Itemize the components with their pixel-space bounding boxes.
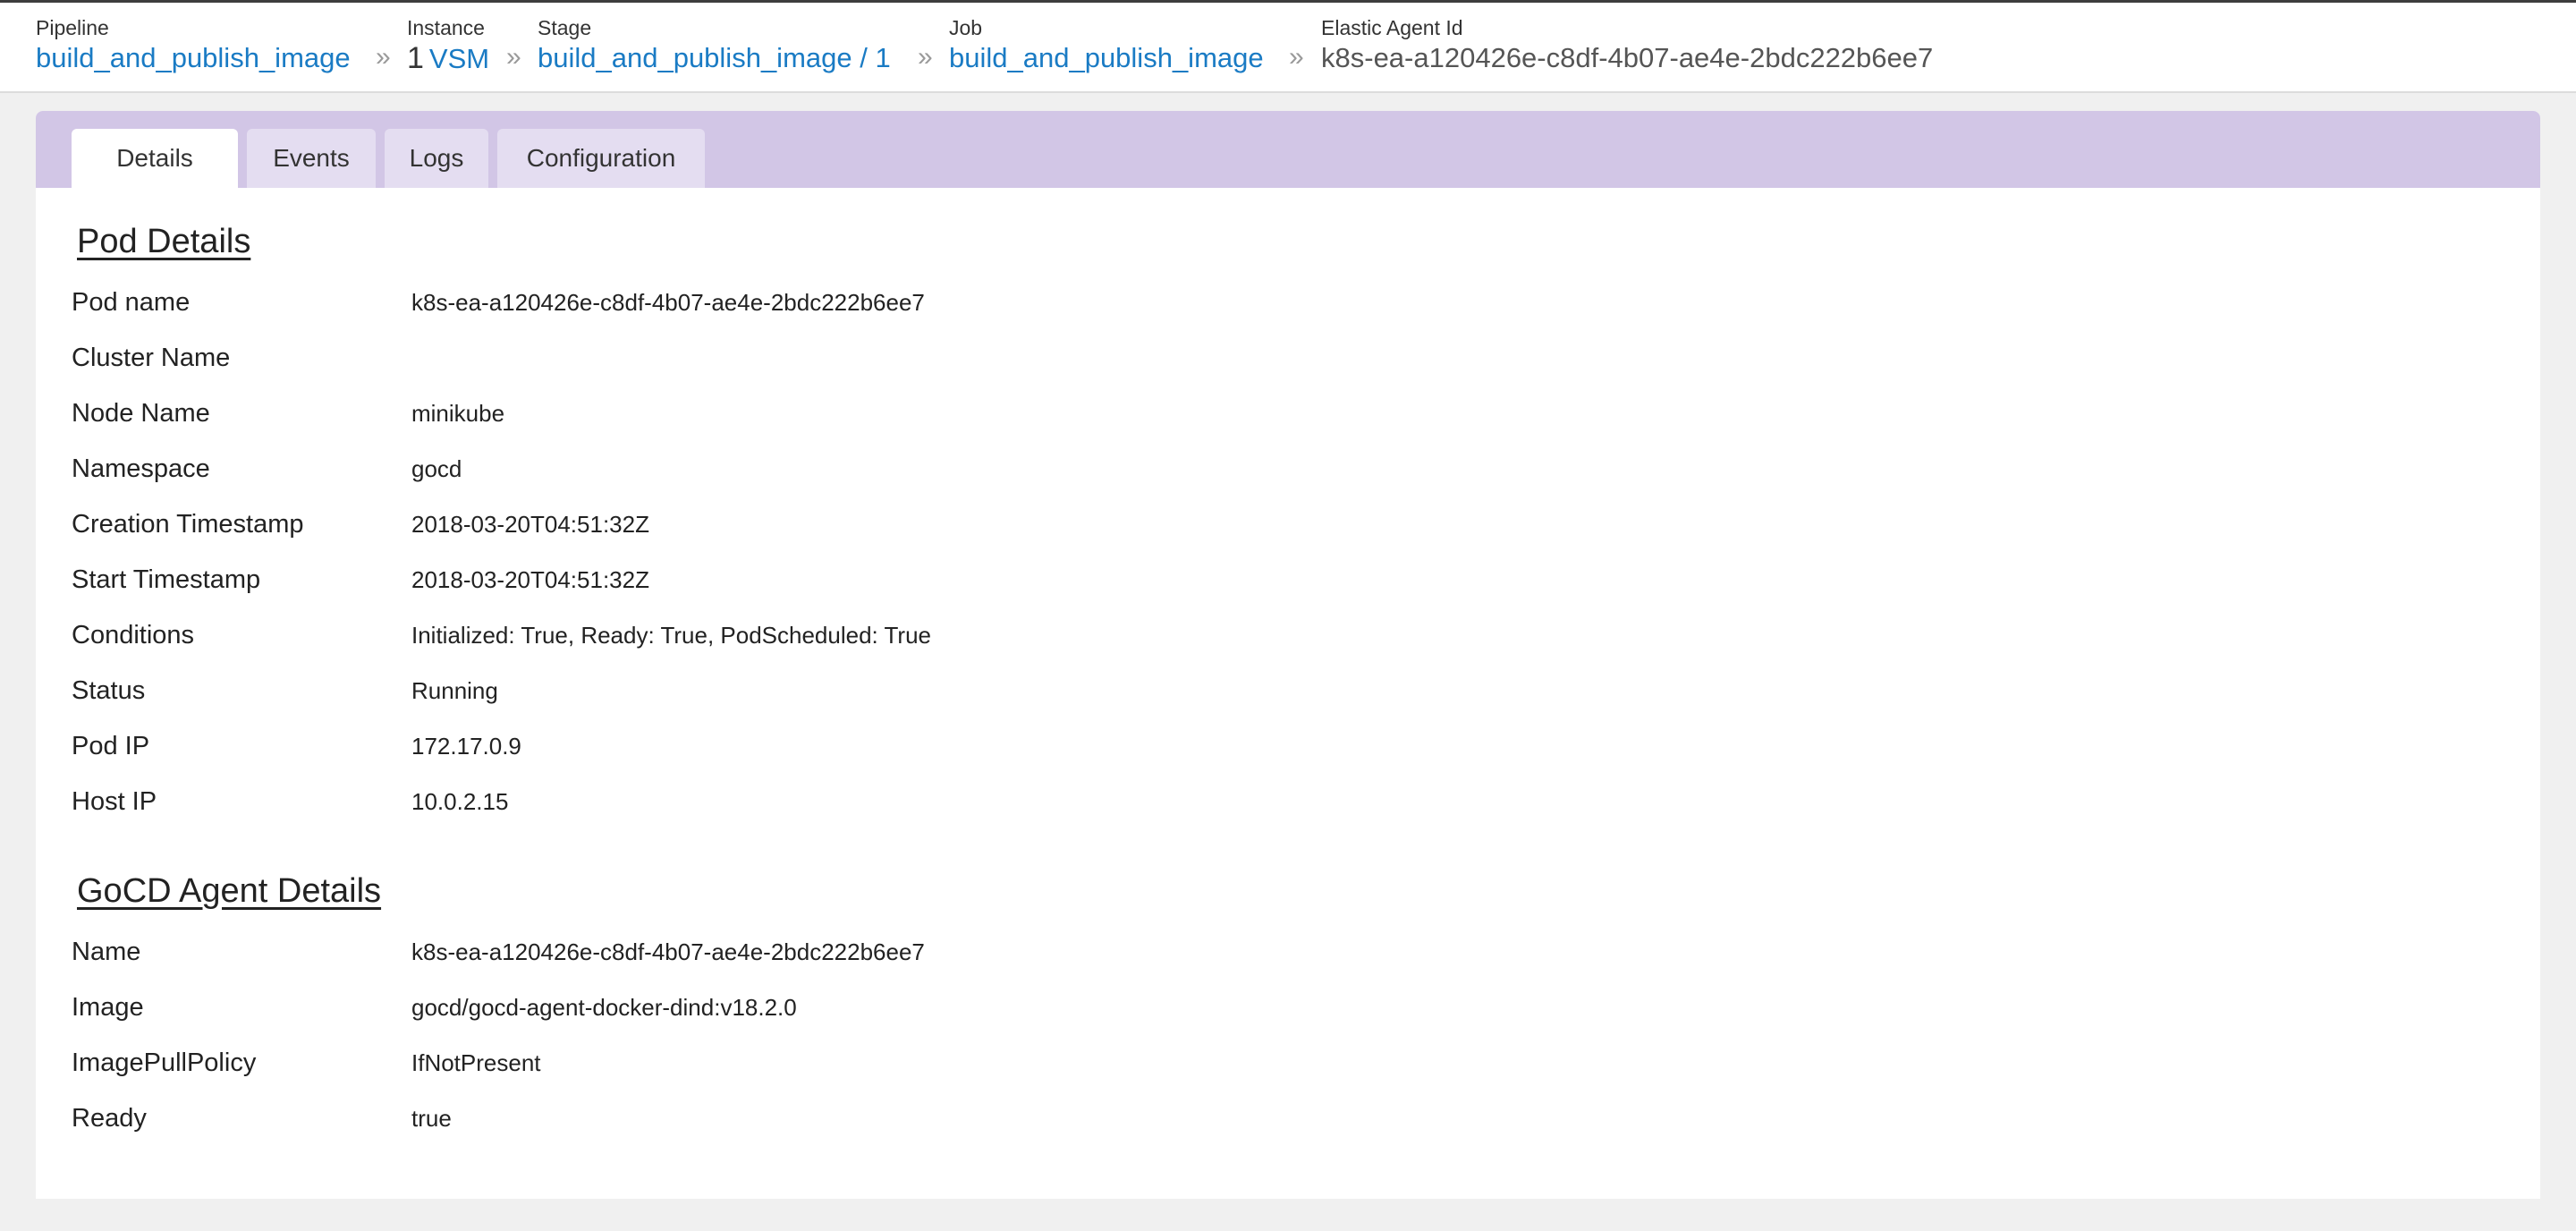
detail-key: Start Timestamp <box>72 565 261 594</box>
detail-row-cluster-name: Cluster Name <box>72 340 2487 376</box>
detail-row-pod-ip: Pod IP 172.17.0.9 <box>72 728 2487 764</box>
detail-value: k8s-ea-a120426e-c8df-4b07-ae4e-2bdc222b6… <box>411 938 925 965</box>
detail-row-creation-timestamp: Creation Timestamp 2018-03-20T04:51:32Z <box>72 506 2487 542</box>
details-panel: Details Events Logs Configuration Pod De… <box>36 111 2540 1199</box>
breadcrumb-elastic-agent: Elastic Agent Id k8s-ea-a120426e-c8df-4b… <box>1321 15 1933 76</box>
detail-key: Cluster Name <box>72 344 231 372</box>
breadcrumb: Pipeline build_and_publish_image » Insta… <box>0 3 2576 93</box>
detail-row-pod-name: Pod name k8s-ea-a120426e-c8df-4b07-ae4e-… <box>72 284 2487 320</box>
detail-row-start-timestamp: Start Timestamp 2018-03-20T04:51:32Z <box>72 562 2487 598</box>
detail-key: Status <box>72 676 146 705</box>
breadcrumb-instance: Instance 1 VSM <box>407 15 489 77</box>
detail-row-status: Status Running <box>72 673 2487 709</box>
agent-details-title: GoCD Agent Details <box>77 872 382 910</box>
pipeline-label: Pipeline <box>36 16 109 39</box>
detail-key: Namespace <box>72 454 210 483</box>
detail-value: minikube <box>411 400 505 427</box>
elastic-agent-id: k8s-ea-a120426e-c8df-4b07-ae4e-2bdc222b6… <box>1321 42 1934 73</box>
detail-value: gocd <box>411 455 462 482</box>
detail-key: Conditions <box>72 621 195 649</box>
detail-value: true <box>411 1105 452 1132</box>
detail-value: Initialized: True, Ready: True, PodSched… <box>411 622 932 649</box>
tab-events[interactable]: Events <box>247 129 376 188</box>
detail-value: 172.17.0.9 <box>411 733 521 760</box>
detail-value: 10.0.2.15 <box>411 788 509 815</box>
tab-details[interactable]: Details <box>72 129 238 188</box>
breadcrumb-pipeline: Pipeline build_and_publish_image <box>36 15 351 76</box>
breadcrumb-separator: » <box>1289 42 1304 72</box>
detail-key: Pod IP <box>72 732 150 760</box>
detail-key: Creation Timestamp <box>72 510 304 539</box>
detail-value: 2018-03-20T04:51:32Z <box>411 511 649 538</box>
detail-key: ImagePullPolicy <box>72 1048 257 1077</box>
detail-row-agent-name: Name k8s-ea-a120426e-c8df-4b07-ae4e-2bdc… <box>72 934 2487 970</box>
detail-row-conditions: Conditions Initialized: True, Ready: Tru… <box>72 617 2487 653</box>
tab-bar: Details Events Logs Configuration <box>36 111 2540 188</box>
breadcrumb-separator: » <box>918 42 933 72</box>
pipeline-link[interactable]: build_and_publish_image <box>36 40 351 76</box>
elastic-agent-label: Elastic Agent Id <box>1321 16 1463 39</box>
stage-link[interactable]: build_and_publish_image / 1 <box>538 40 891 76</box>
breadcrumb-separator: » <box>506 42 521 72</box>
detail-value: 2018-03-20T04:51:32Z <box>411 566 649 593</box>
detail-value: k8s-ea-a120426e-c8df-4b07-ae4e-2bdc222b6… <box>411 289 925 316</box>
pod-details-title: Pod Details <box>77 223 251 260</box>
breadcrumb-stage: Stage build_and_publish_image / 1 <box>538 15 891 76</box>
tab-configuration[interactable]: Configuration <box>497 129 705 188</box>
stage-label: Stage <box>538 16 592 39</box>
breadcrumb-separator: » <box>376 42 391 72</box>
detail-value: IfNotPresent <box>411 1049 541 1076</box>
detail-row-image: Image gocd/gocd-agent-docker-dind:v18.2.… <box>72 989 2487 1025</box>
detail-row-node-name: Node Name minikube <box>72 395 2487 431</box>
vsm-link[interactable]: VSM <box>429 43 489 74</box>
job-label: Job <box>949 16 983 39</box>
detail-key: Host IP <box>72 787 157 816</box>
detail-row-host-ip: Host IP 10.0.2.15 <box>72 784 2487 819</box>
detail-value: gocd/gocd-agent-docker-dind:v18.2.0 <box>411 994 797 1021</box>
detail-key: Node Name <box>72 399 210 428</box>
detail-row-namespace: Namespace gocd <box>72 451 2487 487</box>
instance-counter: 1 <box>407 41 424 75</box>
tab-logs[interactable]: Logs <box>385 129 488 188</box>
detail-key: Ready <box>72 1104 147 1133</box>
breadcrumb-job: Job build_and_publish_image <box>949 15 1264 76</box>
detail-row-image-pull-policy: ImagePullPolicy IfNotPresent <box>72 1045 2487 1081</box>
job-link[interactable]: build_and_publish_image <box>949 40 1264 76</box>
detail-key: Name <box>72 938 141 966</box>
detail-key: Image <box>72 993 144 1022</box>
instance-label: Instance <box>407 16 485 39</box>
detail-row-ready: Ready true <box>72 1100 2487 1136</box>
detail-value: Running <box>411 677 498 704</box>
detail-key: Pod name <box>72 288 191 317</box>
